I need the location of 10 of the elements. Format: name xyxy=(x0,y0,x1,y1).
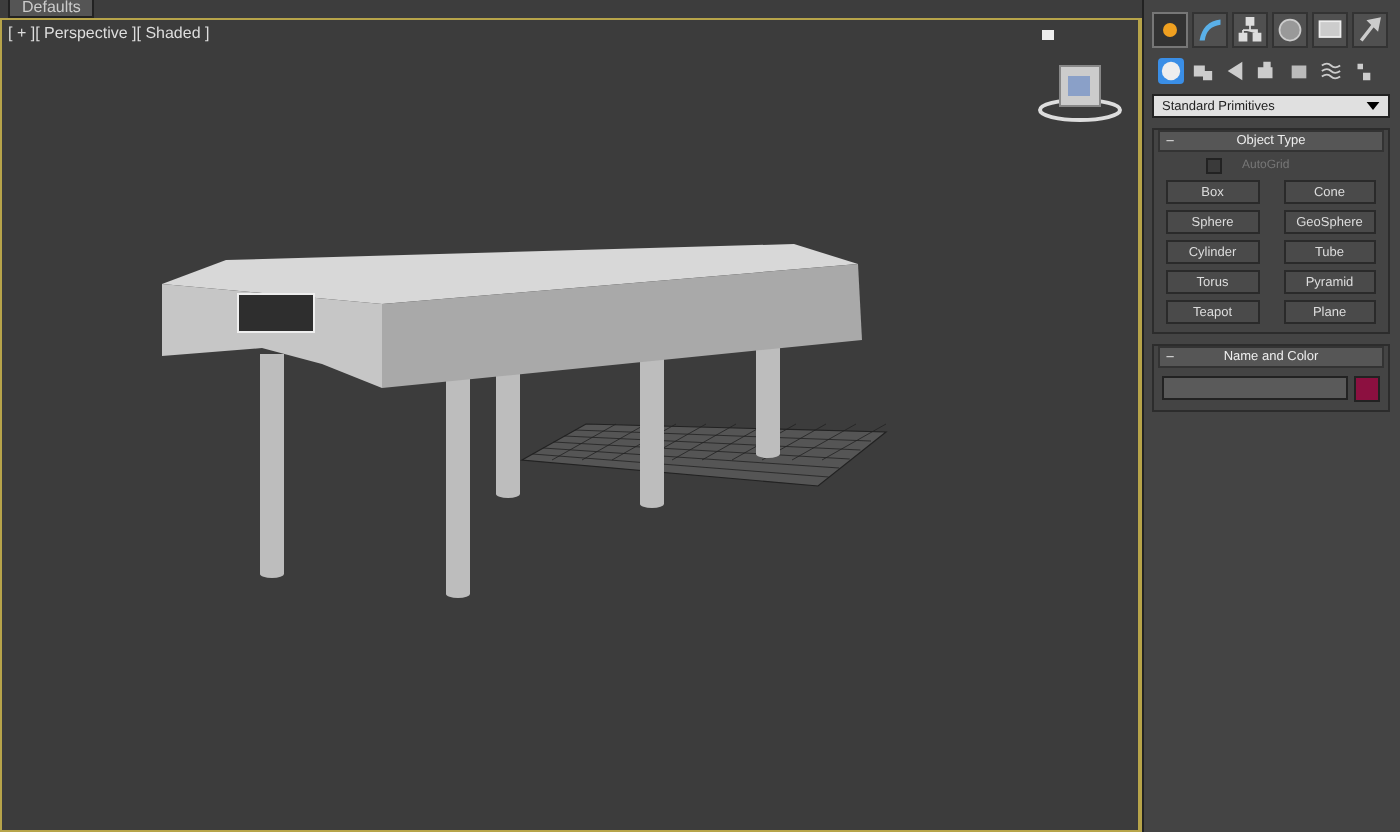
name-field[interactable] xyxy=(1162,376,1348,400)
document-tab[interactable]: Defaults xyxy=(8,0,95,18)
lights-category-icon[interactable] xyxy=(1222,58,1248,84)
viewport-label[interactable]: [ + ][ Perspective ][ Shaded ] xyxy=(8,24,210,42)
autogrid-checkbox[interactable] xyxy=(1206,158,1222,174)
spacewarps-category-icon[interactable] xyxy=(1318,58,1344,84)
viewport[interactable]: [ + ][ Perspective ][ Shaded ] xyxy=(0,18,1142,832)
geometry-category-icon[interactable] xyxy=(1158,58,1184,84)
caret-icon[interactable] xyxy=(1366,102,1380,110)
color-swatch[interactable] xyxy=(1354,376,1380,402)
